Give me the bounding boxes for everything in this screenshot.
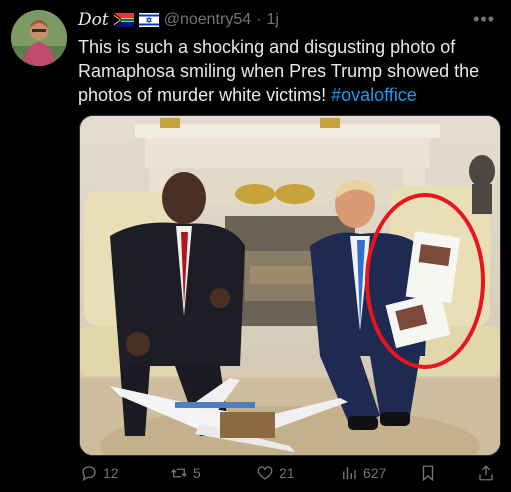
bookmark-button[interactable] <box>419 462 437 484</box>
views-count: 627 <box>363 465 387 481</box>
avatar[interactable] <box>11 10 67 66</box>
repost-button[interactable]: 5 <box>170 462 201 484</box>
tweet-text: This is such a shocking and disgusting p… <box>78 35 503 107</box>
repost-count: 5 <box>193 465 201 481</box>
repost-icon <box>171 468 187 478</box>
israel-flag-icon <box>138 13 159 27</box>
like-count: 21 <box>279 465 295 481</box>
more-options-icon[interactable]: ••• <box>473 9 495 30</box>
reply-button[interactable]: 12 <box>80 462 119 484</box>
views-button[interactable]: 627 <box>340 462 386 484</box>
author-name[interactable]: Dot <box>78 10 109 30</box>
author-handle[interactable]: @noentry54 <box>164 11 251 29</box>
tweet-header: Dot @noentry54 · 1j <box>78 9 279 31</box>
bookmark-icon <box>422 465 434 482</box>
tweet-actions: 12 5 21 627 <box>78 462 503 484</box>
south-africa-flag-icon <box>113 13 134 27</box>
timestamp[interactable]: 1j <box>266 11 278 29</box>
separator: · <box>256 11 262 28</box>
oval-office-photo <box>80 116 500 455</box>
hashtag-link[interactable]: #ovaloffice <box>331 85 417 105</box>
views-icon <box>343 467 356 479</box>
tweet-body: This is such a shocking and disgusting p… <box>78 37 480 105</box>
like-button[interactable]: 21 <box>256 462 295 484</box>
share-icon <box>479 465 493 481</box>
share-button[interactable] <box>477 462 495 484</box>
tweet[interactable]: Dot @noentry54 · 1j ••• This is such a s… <box>0 0 511 492</box>
reply-count: 12 <box>103 465 119 481</box>
tweet-photo[interactable] <box>79 115 501 456</box>
like-icon <box>257 466 273 480</box>
reply-icon <box>82 466 96 482</box>
